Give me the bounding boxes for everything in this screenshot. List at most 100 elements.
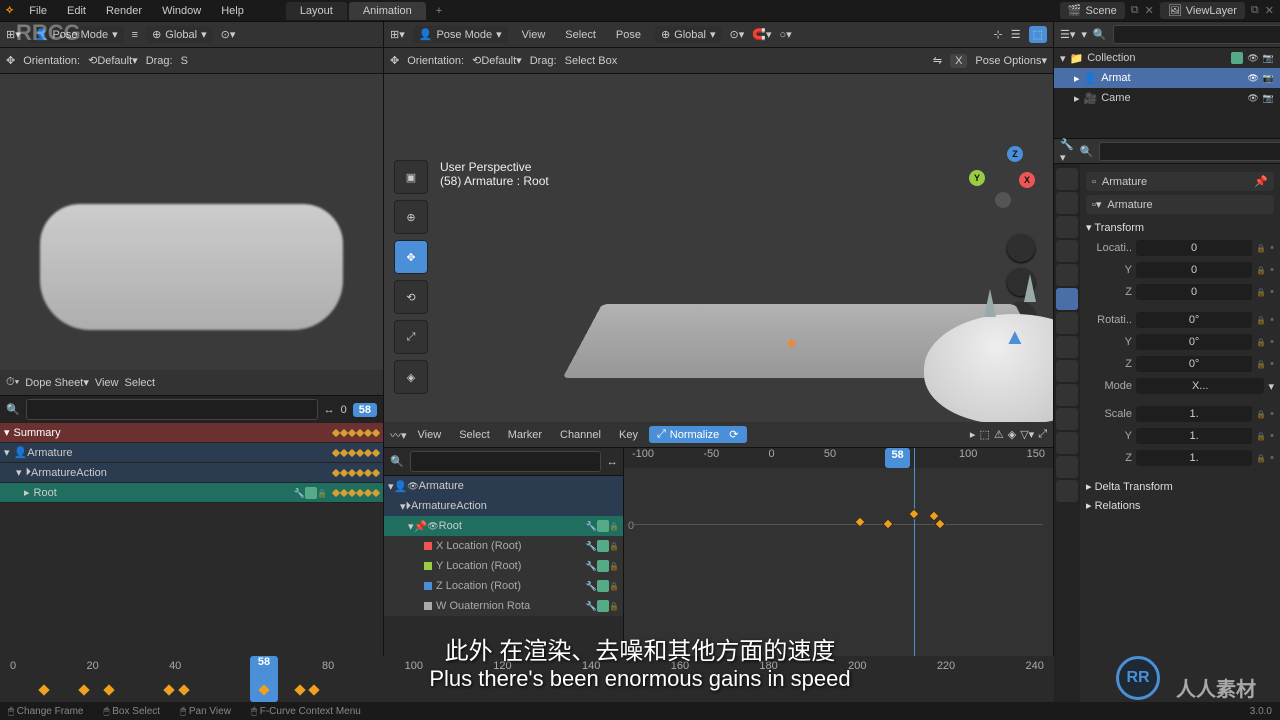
select-box-dd[interactable]: Select Box xyxy=(565,55,618,67)
graph-filter-icon[interactable]: ▽▾ xyxy=(1020,428,1034,441)
zoom-button[interactable] xyxy=(1007,234,1035,262)
eye-icon[interactable] xyxy=(1247,92,1258,104)
graph-expand-icon[interactable]: ⤢ xyxy=(1038,428,1047,441)
menu-edit[interactable]: Edit xyxy=(59,3,94,19)
gizmo-neg-axis[interactable] xyxy=(995,192,1011,208)
tool-cursor[interactable]: ⊕ xyxy=(394,200,428,234)
render-icon[interactable] xyxy=(1263,72,1274,84)
viewport-b[interactable]: ▣ ⊕ ✥ ⟲ ⤢ ◈ User Perspective (58) Armatu… xyxy=(384,74,1053,422)
dopesheet-summary-row[interactable]: Summary xyxy=(0,423,383,443)
graph-keyframe[interactable] xyxy=(854,516,865,527)
mode-selector-b[interactable]: 👤Pose Mode▾ xyxy=(413,26,508,43)
props-tab-world[interactable] xyxy=(1056,264,1078,286)
workspace-tab-layout[interactable]: Layout xyxy=(286,2,347,20)
rotation-z-field[interactable]: 0° xyxy=(1136,356,1252,372)
bone-2[interactable] xyxy=(1024,274,1036,302)
graph-warning-icon[interactable]: ⚠ xyxy=(994,428,1004,441)
props-tab-object[interactable] xyxy=(1056,288,1078,310)
transform-section-header[interactable]: ▾ Transform xyxy=(1086,218,1274,237)
graph-keyframe[interactable] xyxy=(934,518,945,529)
orientation-default-b[interactable]: ⟲Default▾ xyxy=(472,54,522,67)
overlay-icon[interactable]: ☰ xyxy=(1011,28,1021,41)
scale-z-field[interactable]: 1. xyxy=(1136,450,1252,466)
graph-bounds-icon[interactable]: ⬚ xyxy=(979,428,989,441)
dopesheet-mode[interactable]: Dope Sheet▾ xyxy=(25,376,89,389)
tool-scale[interactable]: ⤢ xyxy=(394,320,428,354)
pin-icon[interactable]: 📌 xyxy=(414,520,428,533)
viewlayer-copy-icon[interactable]: ⧉ xyxy=(1251,4,1259,17)
timeline-keyframe[interactable] xyxy=(103,684,114,695)
graph-key-menu[interactable]: Key xyxy=(612,427,645,443)
vp-b-pose-menu[interactable]: Pose xyxy=(610,27,647,43)
props-tab-viewlayer[interactable] xyxy=(1056,216,1078,238)
transform-orientation-a[interactable]: ⊕Global▾ xyxy=(146,26,213,43)
rotation-mode-field[interactable]: X... xyxy=(1136,378,1264,394)
location-z-field[interactable]: 0 xyxy=(1136,284,1252,300)
outliner-armature-row[interactable]: 👤Armat xyxy=(1054,68,1280,88)
move-gizmo-icon-b[interactable]: ✥ xyxy=(390,54,399,67)
graph-keyframe[interactable] xyxy=(882,518,893,529)
outliner-display-icon[interactable]: ▾ xyxy=(1081,28,1087,41)
pivot-icon[interactable]: ⊙▾ xyxy=(221,28,236,41)
orientation-default-a[interactable]: ⟲Default▾ xyxy=(88,54,138,67)
graph-channel-w[interactable]: W Ouaternion Rota xyxy=(384,596,623,616)
check-icon[interactable] xyxy=(597,520,609,532)
outliner-camera-row[interactable]: 🎥Came xyxy=(1054,88,1280,108)
menu-window[interactable]: Window xyxy=(154,3,209,19)
lock-icon[interactable] xyxy=(317,487,327,499)
snap-icon[interactable]: 🧲▾ xyxy=(752,28,771,41)
gizmo-z-axis[interactable]: Z xyxy=(1007,146,1023,162)
render-icon[interactable] xyxy=(1263,52,1274,64)
viewport-a[interactable] xyxy=(0,74,383,370)
outliner-body[interactable]: 📁Collection 👤Armat 🎥Came xyxy=(1054,48,1280,138)
workspace-tab-animation[interactable]: Animation xyxy=(349,2,426,20)
eye-icon[interactable] xyxy=(427,520,438,532)
pose-options-dd[interactable]: Pose Options▾ xyxy=(975,54,1047,67)
proportional-icon[interactable]: ○▾ xyxy=(779,28,791,41)
xray-icon[interactable]: ⬚ xyxy=(1029,26,1047,43)
props-tab-material[interactable] xyxy=(1056,480,1078,502)
timeline-keyframe[interactable] xyxy=(78,684,89,695)
mode-selector-a[interactable]: 👤Pose Mode▾ xyxy=(29,26,124,43)
graph-view-menu[interactable]: View xyxy=(411,427,449,443)
menu-file[interactable]: File xyxy=(21,3,55,19)
props-tab-physics[interactable] xyxy=(1056,360,1078,382)
render-icon[interactable] xyxy=(1263,92,1274,104)
graph-armature-row[interactable]: 👤Armature xyxy=(384,476,623,496)
scale-y-field[interactable]: 1. xyxy=(1136,428,1252,444)
menu-render[interactable]: Render xyxy=(98,3,150,19)
viewlayer-selector[interactable]: 🖼ViewLayer xyxy=(1160,2,1245,19)
props-tab-scene[interactable] xyxy=(1056,240,1078,262)
outliner-collection-row[interactable]: 📁Collection xyxy=(1054,48,1280,68)
timeline-ruler[interactable]: 0 20 40 80 100 120 140 160 180 200 220 2… xyxy=(0,656,1054,702)
tool-select-box[interactable]: ▣ xyxy=(394,160,428,194)
props-armature-data[interactable]: ▫▾Armature xyxy=(1086,195,1274,214)
editor-type-icon[interactable]: ⊞▾ xyxy=(6,28,21,41)
vp-b-select-menu[interactable]: Select xyxy=(559,27,602,43)
graph-action-row[interactable]: ⏵ArmatureAction xyxy=(384,496,623,516)
eye-icon[interactable] xyxy=(1247,52,1258,64)
editor-type-dopesheet-icon[interactable]: ⏱▾ xyxy=(6,376,19,389)
dopesheet-view-menu[interactable]: View xyxy=(95,377,119,389)
scene-close-icon[interactable]: ✕ xyxy=(1145,4,1154,17)
mute-checkbox[interactable] xyxy=(305,487,317,499)
graph-keyframe[interactable] xyxy=(908,508,919,519)
scene-copy-icon[interactable]: ⧉ xyxy=(1131,4,1139,17)
graph-cursor-icon[interactable]: ▸ xyxy=(970,428,976,441)
props-tab-output[interactable] xyxy=(1056,192,1078,214)
outliner-search-input[interactable] xyxy=(1113,25,1280,44)
rotation-x-field[interactable]: 0° xyxy=(1136,312,1252,328)
bone-1[interactable] xyxy=(984,289,996,317)
nav-gizmo[interactable]: Z Y X xyxy=(973,150,1035,212)
graph-marker-menu[interactable]: Marker xyxy=(501,427,549,443)
collection-checkbox[interactable] xyxy=(1231,52,1243,64)
move-gizmo-icon[interactable]: ✥ xyxy=(6,54,15,67)
x-mirror-button[interactable]: X xyxy=(950,54,967,68)
normalize-button[interactable]: ⤢Normalize⟳ xyxy=(649,426,747,443)
editor-type-graph-icon[interactable]: 〰▾ xyxy=(390,427,407,443)
tool-transform[interactable]: ◈ xyxy=(394,360,428,394)
eye-icon[interactable] xyxy=(1247,72,1258,84)
mirror-icon[interactable]: ⇋ xyxy=(933,54,942,67)
outliner-type-icon[interactable]: ☰▾ xyxy=(1060,28,1075,41)
props-tab-bone-constraint[interactable] xyxy=(1056,456,1078,478)
